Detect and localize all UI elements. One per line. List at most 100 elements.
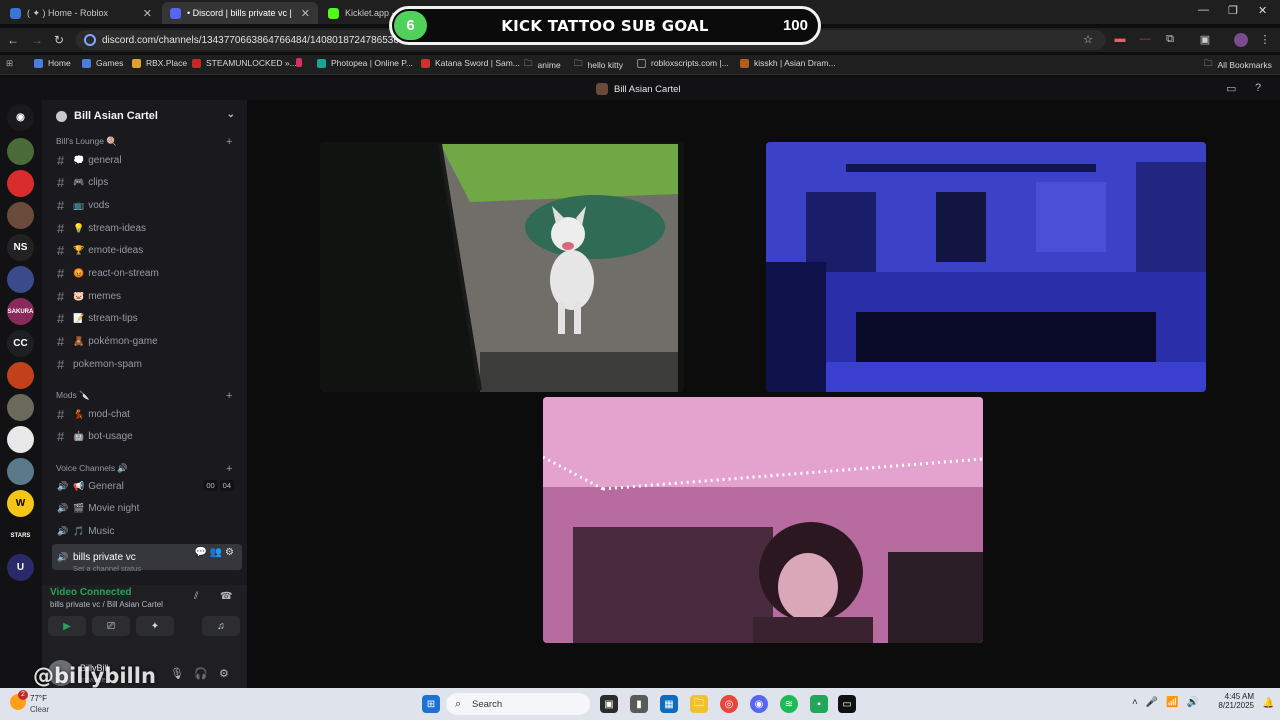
server-icon-u[interactable]: U bbox=[7, 554, 34, 581]
text-channel-item[interactable]: # 😡 react-on-stream bbox=[52, 264, 242, 284]
voice-channel-item[interactable]: 🔊 🎵 Music bbox=[52, 521, 242, 541]
system-tray[interactable]: ˄🎤📶🔊 bbox=[1132, 697, 1207, 708]
server-icon-sakura[interactable]: SAKURA bbox=[7, 298, 34, 325]
close-window-button[interactable]: ✕ bbox=[1258, 4, 1267, 17]
side-panel-icon[interactable]: ▣ bbox=[1198, 33, 1212, 47]
disconnect-icon[interactable]: ☎ bbox=[220, 591, 232, 602]
server-icon[interactable] bbox=[7, 394, 34, 421]
app-icon[interactable]: ▦ bbox=[660, 695, 678, 713]
site-info-icon[interactable] bbox=[84, 34, 96, 46]
server-icon[interactable] bbox=[7, 362, 34, 389]
close-tab-icon[interactable]: ✕ bbox=[143, 7, 152, 20]
server-icon[interactable] bbox=[7, 458, 34, 485]
soundboard-button[interactable]: ♫ bbox=[202, 616, 240, 636]
discord-icon[interactable]: ◉ bbox=[750, 695, 768, 713]
bookmark-folder-anime[interactable]: 🗀 anime bbox=[524, 58, 561, 72]
profile-avatar[interactable] bbox=[1234, 33, 1248, 47]
category-mods[interactable]: Mods 🔪 + bbox=[56, 390, 232, 402]
bookmark-folder-hellokitty[interactable]: 🗀 hello kitty bbox=[574, 58, 623, 72]
microphone-icon[interactable]: 🎙 bbox=[170, 667, 184, 680]
text-channel-item[interactable]: # 📺 vods bbox=[52, 195, 242, 215]
bookmark-games[interactable]: Games bbox=[82, 58, 123, 68]
text-channel-item[interactable]: # 📝 stream-tips bbox=[52, 309, 242, 329]
task-view-icon[interactable]: ▣ bbox=[600, 695, 618, 713]
menu-kebab-icon[interactable]: ⋮ bbox=[1258, 33, 1272, 47]
bookmark-kisskh[interactable]: kisskh | Asian Dram... bbox=[740, 58, 836, 68]
bookmark-star-icon[interactable]: ☆ bbox=[1081, 33, 1095, 47]
category-bills-lounge[interactable]: Bill's Lounge 🍭 + bbox=[56, 136, 232, 148]
notification-bell-icon[interactable]: 🔔 bbox=[1262, 698, 1274, 709]
inbox-icon[interactable]: ▭ bbox=[1226, 82, 1236, 95]
mod-channel-item[interactable]: # 💃 mod-chat bbox=[52, 404, 242, 424]
screenshare-button[interactable]: ⎚ bbox=[92, 616, 130, 636]
text-channel-item[interactable]: # 🏆 emote-ideas bbox=[52, 241, 242, 261]
close-tab-icon[interactable]: ✕ bbox=[301, 7, 310, 20]
video-tile-person[interactable] bbox=[543, 397, 983, 643]
app-icon[interactable]: ▭ bbox=[838, 695, 856, 713]
text-channel-item[interactable]: # 🎮 clips bbox=[52, 173, 242, 193]
mod-channel-item[interactable]: # 🤖 bot-usage bbox=[52, 427, 242, 447]
forward-icon[interactable]: → bbox=[31, 33, 43, 47]
chevron-down-icon[interactable]: ⌄ bbox=[227, 109, 235, 120]
video-tile-room[interactable] bbox=[766, 142, 1206, 392]
extensions-puzzle-icon[interactable]: ⧉ bbox=[1163, 33, 1177, 47]
tab-discord[interactable]: • Discord | bills private vc | ✕ bbox=[162, 2, 318, 24]
guild-header[interactable]: Bill Asian Cartel ⌄ bbox=[42, 100, 247, 132]
app-icon[interactable]: ▪ bbox=[810, 695, 828, 713]
text-channel-item[interactable]: # 🧸 pokémon-game bbox=[52, 332, 242, 352]
text-channel-item[interactable]: # pokemon-spam bbox=[52, 354, 242, 374]
category-voice-channels[interactable]: Voice Channels 🔊 + bbox=[56, 463, 232, 475]
activities-button[interactable]: ✦ bbox=[136, 616, 174, 636]
channel-tools-icons[interactable]: 💬 👥 ⚙ bbox=[195, 547, 234, 558]
server-icon[interactable] bbox=[7, 202, 34, 229]
server-icon-stars[interactable]: STARS bbox=[7, 522, 34, 549]
discord-home-icon[interactable]: ◉ bbox=[7, 104, 34, 131]
reload-icon[interactable]: ↻ bbox=[54, 33, 64, 47]
text-channel-item[interactable]: # 🐷 memes bbox=[52, 286, 242, 306]
extension-icon[interactable]: ▬ bbox=[1113, 33, 1127, 47]
bookmark-home[interactable]: Home bbox=[34, 58, 71, 68]
server-icon[interactable] bbox=[7, 170, 34, 197]
noise-suppression-icon[interactable]: ⫽ bbox=[194, 591, 198, 602]
text-channel-item[interactable]: # 💡 stream-ideas bbox=[52, 218, 242, 238]
chrome-icon[interactable]: ◎ bbox=[720, 695, 738, 713]
bookmark-photopea[interactable]: Photopea | Online P... bbox=[317, 58, 413, 68]
extension-icon-2[interactable]: — bbox=[1138, 33, 1152, 47]
file-explorer-icon[interactable]: 🗀 bbox=[690, 695, 708, 713]
all-bookmarks[interactable]: 🗀 All Bookmarks bbox=[1204, 58, 1272, 72]
bookmark-rbxplace[interactable]: RBX.Place bbox=[132, 58, 187, 68]
voice-location[interactable]: bills private vc / Bill Asian Cartel bbox=[50, 600, 163, 609]
voice-channel-item[interactable]: 🔊 📢 General 00 04 bbox=[52, 476, 242, 496]
tab-roblox[interactable]: ( ✦ ) Home - Roblox ✕ bbox=[2, 2, 160, 24]
minimize-button[interactable]: — bbox=[1198, 4, 1209, 16]
add-channel-icon[interactable]: + bbox=[226, 136, 232, 148]
add-channel-icon[interactable]: + bbox=[226, 390, 232, 402]
server-icon[interactable] bbox=[7, 138, 34, 165]
clock[interactable]: 4:45 AM 8/21/2025 bbox=[1208, 692, 1254, 710]
headphones-icon[interactable]: 🎧 bbox=[194, 667, 208, 680]
spotify-icon[interactable]: ≋ bbox=[780, 695, 798, 713]
text-channel-item[interactable]: # 💭 general bbox=[52, 150, 242, 170]
video-tile-dog[interactable] bbox=[320, 142, 684, 392]
apps-grid-icon[interactable]: ⊞ bbox=[6, 58, 13, 69]
windows-start-icon[interactable]: ⊞ bbox=[422, 695, 440, 713]
server-icon-cc[interactable]: CC bbox=[7, 330, 34, 357]
voice-channel-item[interactable]: 🔊 🎬 Movie night bbox=[52, 499, 242, 519]
taskbar-search[interactable]: ⌕ Search bbox=[446, 693, 590, 715]
add-channel-icon[interactable]: + bbox=[226, 463, 232, 475]
channel-status[interactable]: Set a channel status bbox=[73, 564, 141, 573]
server-icon[interactable]: W bbox=[7, 490, 34, 517]
server-icon[interactable] bbox=[7, 426, 34, 453]
help-icon[interactable]: ? bbox=[1255, 82, 1261, 94]
camera-button[interactable]: ▶ bbox=[48, 616, 86, 636]
maximize-button[interactable]: ❐ bbox=[1228, 4, 1238, 17]
app-icon[interactable]: ▮ bbox=[630, 695, 648, 713]
server-icon-ns[interactable]: NS bbox=[7, 234, 34, 261]
back-icon[interactable]: ← bbox=[7, 33, 19, 47]
bookmark-steamunlocked[interactable]: STEAMUNLOCKED »... bbox=[192, 58, 297, 68]
bookmark-robloxscripts[interactable]: robloxscripts.com |... bbox=[637, 58, 729, 68]
bookmark-red[interactable] bbox=[296, 58, 307, 67]
server-icon[interactable] bbox=[7, 266, 34, 293]
gear-icon[interactable]: ⚙ bbox=[219, 667, 229, 680]
bookmark-katana[interactable]: Katana Sword | Sam... bbox=[421, 58, 520, 68]
